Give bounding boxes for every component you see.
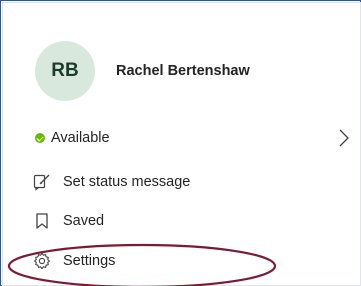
bookmark-icon (33, 212, 51, 230)
account-menu-panel: RB Rachel Bertenshaw Available Set statu… (0, 0, 361, 286)
settings-item[interactable]: Settings (33, 249, 115, 273)
availability-menu-item[interactable]: Available (33, 126, 110, 150)
saved-item[interactable]: Saved (33, 209, 104, 233)
set-status-message-label: Set status message (63, 174, 191, 190)
saved-label: Saved (63, 213, 105, 229)
set-status-message-item[interactable]: Set status message (33, 170, 190, 194)
edit-status-icon (33, 173, 51, 191)
profile-header: RB Rachel Bertenshaw (35, 41, 250, 101)
chevron-right-icon[interactable] (337, 127, 351, 149)
available-check-icon (35, 133, 45, 143)
gear-icon (33, 252, 51, 270)
availability-label: Available (51, 130, 110, 146)
avatar[interactable]: RB (35, 41, 95, 101)
settings-label: Settings (63, 253, 116, 269)
user-name: Rachel Bertenshaw (116, 63, 250, 79)
avatar-initials: RB (51, 60, 79, 81)
